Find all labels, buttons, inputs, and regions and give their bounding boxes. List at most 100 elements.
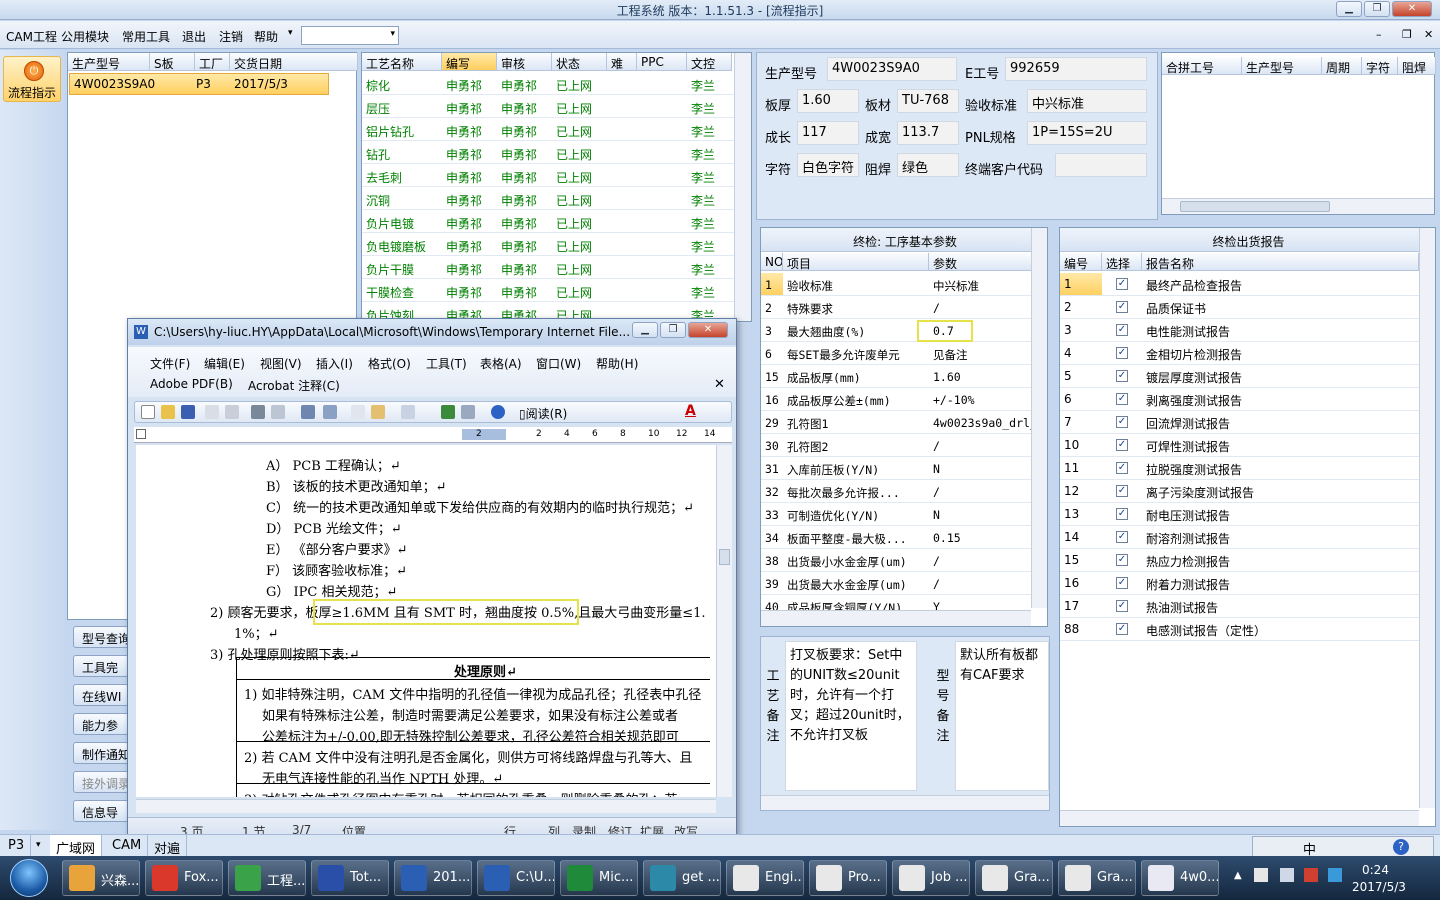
word-menu-item[interactable]: 表格(A) bbox=[480, 355, 522, 372]
table-cell[interactable]: 负片干膜 bbox=[362, 256, 442, 279]
table-cell[interactable]: 30 bbox=[761, 434, 783, 457]
taskbar-item[interactable]: Gra... bbox=[975, 860, 1053, 896]
report-number[interactable]: 5 bbox=[1064, 365, 1102, 388]
side-button[interactable]: 型号查询 bbox=[73, 626, 129, 648]
close-button[interactable]: ✕ bbox=[1392, 1, 1432, 17]
table-cell[interactable]: 李兰 bbox=[687, 233, 732, 256]
report-number[interactable]: 6 bbox=[1064, 388, 1102, 411]
word-menu-item[interactable]: Adobe PDF(B) bbox=[150, 377, 233, 391]
report-number[interactable]: 1 bbox=[1064, 273, 1102, 296]
table-cell[interactable]: 已上网 bbox=[552, 72, 607, 95]
taskbar-item[interactable]: get ... bbox=[643, 860, 721, 896]
taskbar-item[interactable]: Fox... bbox=[145, 860, 223, 896]
table-cell[interactable]: 成品板厚(mm) bbox=[783, 365, 929, 388]
report-checkbox[interactable]: ✓ bbox=[1116, 600, 1128, 612]
table-cell[interactable]: 29 bbox=[761, 411, 783, 434]
tab-stop-icon[interactable] bbox=[136, 429, 146, 439]
report-name[interactable]: 回流焊测试报告 bbox=[1146, 411, 1416, 434]
table-cell[interactable]: 沉铜 bbox=[362, 187, 442, 210]
table-cell[interactable]: 负片电镀 bbox=[362, 210, 442, 233]
table-cell[interactable]: 38 bbox=[761, 549, 783, 572]
table-cell[interactable]: 李兰 bbox=[687, 279, 732, 302]
table-cell[interactable]: 申勇祁 bbox=[497, 95, 552, 118]
report-number[interactable]: 14 bbox=[1064, 526, 1102, 549]
col-header[interactable]: 审核 bbox=[497, 53, 552, 71]
table-cell[interactable]: 孔符图1 bbox=[783, 411, 929, 434]
table-cell[interactable]: / bbox=[929, 434, 1033, 457]
col-header[interactable]: 参数 bbox=[929, 253, 1033, 271]
table-cell[interactable]: 李兰 bbox=[687, 141, 732, 164]
report-number[interactable]: 11 bbox=[1064, 457, 1102, 480]
report-name[interactable]: 耐电压测试报告 bbox=[1146, 503, 1416, 526]
close-document-icon[interactable]: ✕ bbox=[714, 377, 725, 392]
table-cell[interactable]: N bbox=[929, 503, 1033, 526]
table-cell[interactable]: 李兰 bbox=[687, 118, 732, 141]
help-icon[interactable] bbox=[491, 405, 505, 419]
word-minimize-button[interactable]: ▁ bbox=[632, 322, 658, 338]
table-cell[interactable]: 申勇祁 bbox=[497, 187, 552, 210]
taskbar-item[interactable]: Job ... bbox=[892, 860, 970, 896]
taskbar-item[interactable]: 201... bbox=[394, 860, 472, 896]
word-restore-button[interactable]: ❐ bbox=[660, 322, 686, 338]
bottom-tab[interactable]: CAM bbox=[106, 835, 149, 856]
table-cell[interactable]: 成品板厚公差±(mm) bbox=[783, 388, 929, 411]
print-icon[interactable] bbox=[251, 405, 265, 419]
taskbar-item[interactable]: C:\U... bbox=[477, 860, 555, 896]
col-header-delivery[interactable]: 交货日期 bbox=[230, 53, 358, 71]
table-cell[interactable]: 孔符图2 bbox=[783, 434, 929, 457]
table-cell[interactable]: N bbox=[929, 457, 1033, 480]
col-header-model[interactable]: 生产型号 bbox=[68, 53, 150, 71]
table-cell[interactable]: 6 bbox=[761, 342, 783, 365]
flow-indicator-button[interactable]: ⏻ 流程指示 bbox=[3, 56, 61, 102]
col-header[interactable]: 编写 bbox=[442, 53, 497, 71]
table-cell[interactable]: 申勇祁 bbox=[442, 72, 497, 95]
menu-item[interactable]: 帮助 bbox=[254, 28, 278, 45]
word-menu-item[interactable]: 编辑(E) bbox=[204, 355, 245, 372]
table-cell[interactable]: 15 bbox=[761, 365, 783, 388]
table-cell[interactable]: 出货最大水金金厚(um) bbox=[783, 572, 929, 595]
table-cell[interactable]: 申勇祁 bbox=[442, 187, 497, 210]
table-cell[interactable]: 已上网 bbox=[552, 118, 607, 141]
table-cell[interactable]: 申勇祁 bbox=[442, 210, 497, 233]
mdi-close-icon[interactable]: ✕ bbox=[1424, 28, 1433, 41]
table-cell[interactable]: 1.60 bbox=[929, 365, 1033, 388]
word-menu-item[interactable]: 文件(F) bbox=[150, 355, 190, 372]
report-name[interactable]: 耐溶剂测试报告 bbox=[1146, 526, 1416, 549]
scroll-thumb[interactable] bbox=[1180, 201, 1330, 212]
report-checkbox[interactable]: ✓ bbox=[1116, 301, 1128, 313]
table-cell[interactable]: 申勇祁 bbox=[497, 164, 552, 187]
report-name[interactable]: 最终产品检查报告 bbox=[1146, 273, 1416, 296]
new-doc-icon[interactable] bbox=[141, 405, 155, 419]
chevron-down-icon[interactable]: ▾ bbox=[36, 840, 41, 850]
table-cell[interactable]: 申勇祁 bbox=[497, 141, 552, 164]
table-cell[interactable]: 申勇祁 bbox=[497, 233, 552, 256]
menu-item[interactable]: CAM工程 bbox=[6, 28, 57, 45]
research-icon[interactable] bbox=[323, 405, 337, 419]
tray-app-icon[interactable] bbox=[1304, 868, 1318, 882]
table-cell[interactable]: 已上网 bbox=[552, 256, 607, 279]
table-cell[interactable]: 入库前压板(Y/N) bbox=[783, 457, 929, 480]
table-cell[interactable]: 钻孔 bbox=[362, 141, 442, 164]
word-menu-item[interactable]: 窗口(W) bbox=[536, 355, 581, 372]
report-name[interactable]: 可焊性测试报告 bbox=[1146, 434, 1416, 457]
table-cell[interactable]: 申勇祁 bbox=[442, 118, 497, 141]
taskbar-item[interactable]: Mic... bbox=[560, 860, 638, 896]
table-cell[interactable]: 李兰 bbox=[687, 256, 732, 279]
font-color-icon[interactable]: A bbox=[685, 403, 696, 419]
menu-dropdown-icon[interactable]: ▾ bbox=[288, 28, 293, 38]
col-header[interactable]: 编号 bbox=[1060, 253, 1102, 271]
report-number[interactable]: 16 bbox=[1064, 572, 1102, 595]
table-icon[interactable] bbox=[461, 405, 475, 419]
report-checkbox[interactable]: ✓ bbox=[1116, 416, 1128, 428]
cut-icon[interactable] bbox=[351, 405, 365, 419]
report-number[interactable]: 88 bbox=[1064, 618, 1102, 641]
word-menu-item[interactable]: 格式(O) bbox=[368, 355, 411, 372]
hyperlink-icon[interactable] bbox=[441, 405, 455, 419]
col-header-merge-cycle[interactable]: 周期 bbox=[1322, 57, 1362, 75]
merge-hscrollbar[interactable] bbox=[1162, 198, 1434, 214]
table-cell[interactable]: 申勇祁 bbox=[497, 279, 552, 302]
table-cell[interactable]: 已上网 bbox=[552, 210, 607, 233]
table-cell[interactable]: 申勇祁 bbox=[497, 118, 552, 141]
tray-flag-icon[interactable] bbox=[1254, 868, 1268, 882]
start-button[interactable] bbox=[4, 856, 52, 900]
